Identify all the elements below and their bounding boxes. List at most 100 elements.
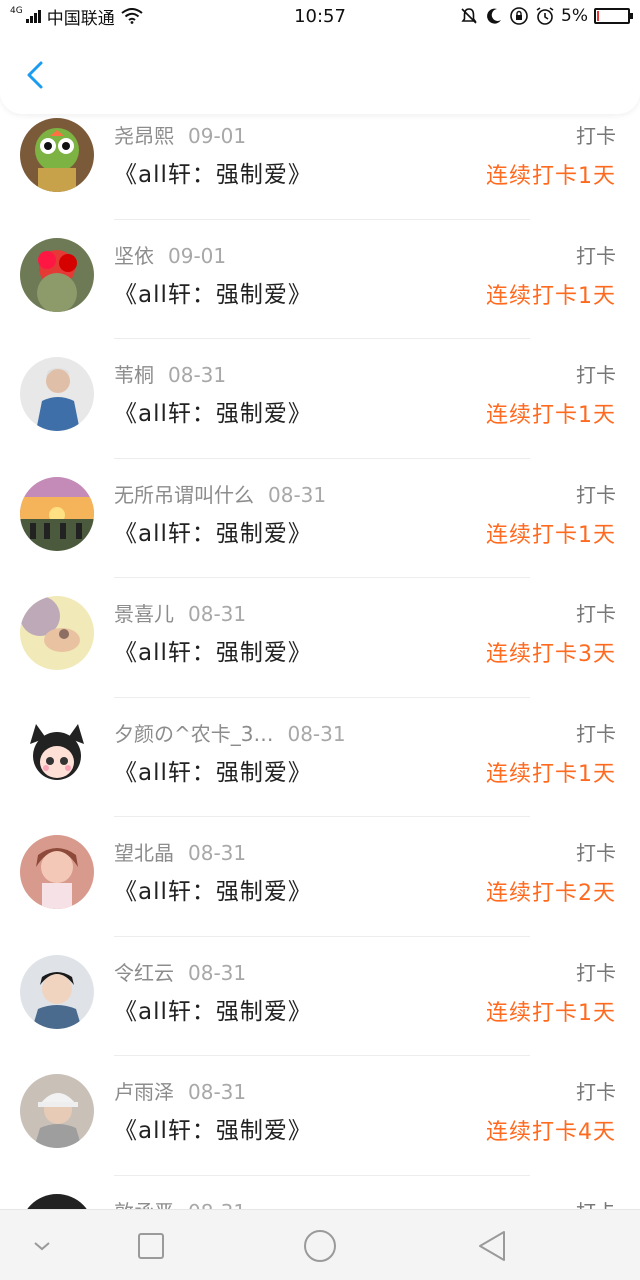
list-item[interactable]: 卢雨泽 08-31 《all轩：强制爱》 打卡 连续打卡4天 bbox=[0, 1056, 640, 1176]
streak-label: 连续打卡3天 bbox=[486, 642, 616, 667]
circle-home-icon[interactable] bbox=[302, 1228, 338, 1264]
streak-label: 连续打卡1天 bbox=[486, 761, 616, 787]
streak-label: 连续打卡2天 bbox=[486, 881, 616, 906]
chevron-left-icon[interactable] bbox=[22, 60, 52, 90]
streak-label: 连续打卡4天 bbox=[486, 1120, 616, 1145]
avatar[interactable] bbox=[20, 118, 94, 192]
square-icon[interactable] bbox=[133, 1228, 169, 1264]
book-title: 《all轩：强制爱》 bbox=[114, 281, 312, 308]
list-item-content: 景喜儿 08-31 《all轩：强制爱》 打卡 连续打卡3天 bbox=[0, 578, 640, 698]
checkin-label: 打卡 bbox=[576, 721, 616, 746]
checkin-label: 打卡 bbox=[576, 602, 616, 626]
network-type: 4G bbox=[10, 6, 23, 16]
name-line: 夕颜の^农卡_3… 08-31 bbox=[114, 718, 346, 747]
user-name[interactable]: 苇桐 bbox=[114, 363, 154, 387]
streak-label: 连续打卡1天 bbox=[486, 403, 616, 428]
name-line: 景喜儿 08-31 bbox=[114, 598, 246, 627]
avatar[interactable] bbox=[20, 237, 94, 312]
avatar[interactable] bbox=[20, 715, 94, 790]
triangle-back-icon[interactable] bbox=[474, 1228, 510, 1264]
list-item-content: 卢雨泽 08-31 《all轩：强制爱》 打卡 连续打卡4天 bbox=[0, 1056, 640, 1176]
checkin-label: 打卡 bbox=[576, 363, 616, 387]
checkin-date: 09-01 bbox=[168, 243, 227, 268]
list-item[interactable]: 无所吊谓叫什么 08-31 《all轩：强制爱》 打卡 连续打卡1天 bbox=[0, 458, 640, 578]
user-name[interactable]: 令红云 bbox=[114, 961, 174, 985]
list-item-content: 无所吊谓叫什么 08-31 《all轩：强制爱》 打卡 连续打卡1天 bbox=[0, 459, 640, 578]
user-name[interactable]: 景喜儿 bbox=[114, 602, 174, 626]
user-name[interactable]: 坚依 bbox=[114, 244, 154, 268]
moon-icon bbox=[487, 8, 502, 24]
book-title: 《all轩：强制爱》 bbox=[114, 879, 312, 905]
list-item[interactable]: 景喜儿 08-31 《all轩：强制爱》 打卡 连续打卡3天 bbox=[0, 578, 640, 698]
book-title: 《all轩：强制爱》 bbox=[114, 998, 312, 1025]
battery-icon bbox=[594, 8, 633, 24]
checkin-label: 打卡 bbox=[576, 124, 616, 148]
streak-label: 连续打卡1天 bbox=[486, 522, 616, 548]
streak-label: 连续打卡1天 bbox=[486, 283, 616, 309]
checkin-date: 08-31 bbox=[287, 721, 346, 746]
checkin-date: 08-31 bbox=[188, 1080, 247, 1104]
avatar[interactable] bbox=[20, 357, 94, 431]
wifi-icon bbox=[121, 8, 143, 24]
chevron-down-icon[interactable] bbox=[24, 1228, 60, 1264]
name-line: 尧昂熙 09-01 bbox=[114, 120, 246, 149]
list-item[interactable]: 夕颜の^农卡_3… 08-31 《all轩：强制爱》 打卡 连续打卡1天 bbox=[0, 697, 640, 817]
checkin-date: 08-31 bbox=[188, 960, 247, 985]
user-name[interactable]: 无所吊谓叫什么 bbox=[114, 483, 254, 507]
streak-label: 连续打卡1天 bbox=[486, 164, 616, 189]
name-line: 坚依 09-01 bbox=[114, 240, 226, 269]
signal-icon bbox=[25, 9, 41, 23]
checkin-date: 08-31 bbox=[188, 841, 247, 865]
avatar[interactable] bbox=[20, 1074, 94, 1148]
clock: 10:57 bbox=[294, 5, 346, 27]
checkin-label: 打卡 bbox=[576, 841, 616, 865]
checkin-label: 打卡 bbox=[576, 1080, 616, 1104]
checkin-date: 08-31 bbox=[188, 602, 247, 626]
list-item[interactable]: 令红云 08-31 《all轩：强制爱》 打卡 连续打卡1天 bbox=[0, 936, 640, 1056]
streak-label: 连续打卡1天 bbox=[486, 1000, 616, 1026]
checkin-label: 打卡 bbox=[576, 482, 616, 507]
list-item-content: 尧昂熙 09-01 《all轩：强制爱》 打卡 连续打卡1天 bbox=[0, 100, 640, 220]
user-name[interactable]: 尧昂熙 bbox=[114, 124, 174, 148]
name-line: 苇桐 08-31 bbox=[114, 359, 226, 388]
vibrate-icon bbox=[461, 8, 477, 24]
checkin-label: 打卡 bbox=[576, 960, 616, 985]
system-nav-bar bbox=[0, 1209, 640, 1280]
list-item[interactable]: 望北晶 08-31 《all轩：强制爱》 打卡 连续打卡2天 bbox=[0, 817, 640, 937]
list-item-content: 望北晶 08-31 《all轩：强制爱》 打卡 连续打卡2天 bbox=[0, 817, 640, 937]
list-item[interactable]: 苇桐 08-31 《all轩：强制爱》 打卡 连续打卡1天 bbox=[0, 339, 640, 459]
checkin-date: 09-01 bbox=[188, 124, 247, 148]
list-item-content: 苇桐 08-31 《all轩：强制爱》 打卡 连续打卡1天 bbox=[0, 339, 640, 459]
alarm-icon bbox=[536, 7, 554, 25]
user-name[interactable]: 夕颜の^农卡_3… bbox=[114, 722, 273, 746]
list-item-content: 令红云 08-31 《all轩：强制爱》 打卡 连续打卡1天 bbox=[0, 937, 640, 1056]
book-title: 《all轩：强制爱》 bbox=[114, 1118, 312, 1144]
book-title: 《all轩：强制爱》 bbox=[114, 640, 312, 666]
list-item[interactable]: 坚依 09-01 《all轩：强制爱》 打卡 连续打卡1天 bbox=[0, 219, 640, 339]
status-left: 4G 中国联通 bbox=[10, 4, 143, 29]
name-line: 无所吊谓叫什么 08-31 bbox=[114, 479, 326, 508]
status-bar: 4G 中国联通 10:57 5% bbox=[0, 0, 640, 32]
checkin-date: 08-31 bbox=[268, 482, 327, 507]
book-title: 《all轩：强制爱》 bbox=[114, 759, 312, 786]
battery-percent: 5% bbox=[561, 6, 588, 26]
list-item[interactable]: 尧昂熙 09-01 《all轩：强制爱》 打卡 连续打卡1天 bbox=[0, 100, 640, 220]
name-line: 令红云 08-31 bbox=[114, 957, 246, 986]
checkin-date: 08-31 bbox=[168, 363, 227, 387]
checkin-label: 打卡 bbox=[576, 243, 616, 268]
list-item-content: 夕颜の^农卡_3… 08-31 《all轩：强制爱》 打卡 连续打卡1天 bbox=[0, 698, 640, 817]
book-title: 《all轩：强制爱》 bbox=[114, 520, 312, 547]
avatar[interactable] bbox=[20, 835, 94, 909]
book-title: 《all轩：强制爱》 bbox=[114, 401, 312, 427]
avatar[interactable] bbox=[20, 596, 94, 670]
screen: 4G 中国联通 10:57 5% 尧昂熙 09-01 《all轩：强制爱》 打卡… bbox=[0, 0, 640, 1280]
avatar[interactable] bbox=[20, 476, 94, 551]
avatar[interactable] bbox=[20, 954, 94, 1029]
list-item-content: 坚依 09-01 《all轩：强制爱》 打卡 连续打卡1天 bbox=[0, 220, 640, 339]
battery-fill bbox=[597, 11, 599, 21]
book-title: 《all轩：强制爱》 bbox=[114, 162, 312, 188]
user-name[interactable]: 望北晶 bbox=[114, 841, 174, 865]
carrier-label: 中国联通 bbox=[46, 8, 115, 29]
user-name[interactable]: 卢雨泽 bbox=[114, 1080, 174, 1104]
name-line: 望北晶 08-31 bbox=[114, 837, 246, 866]
